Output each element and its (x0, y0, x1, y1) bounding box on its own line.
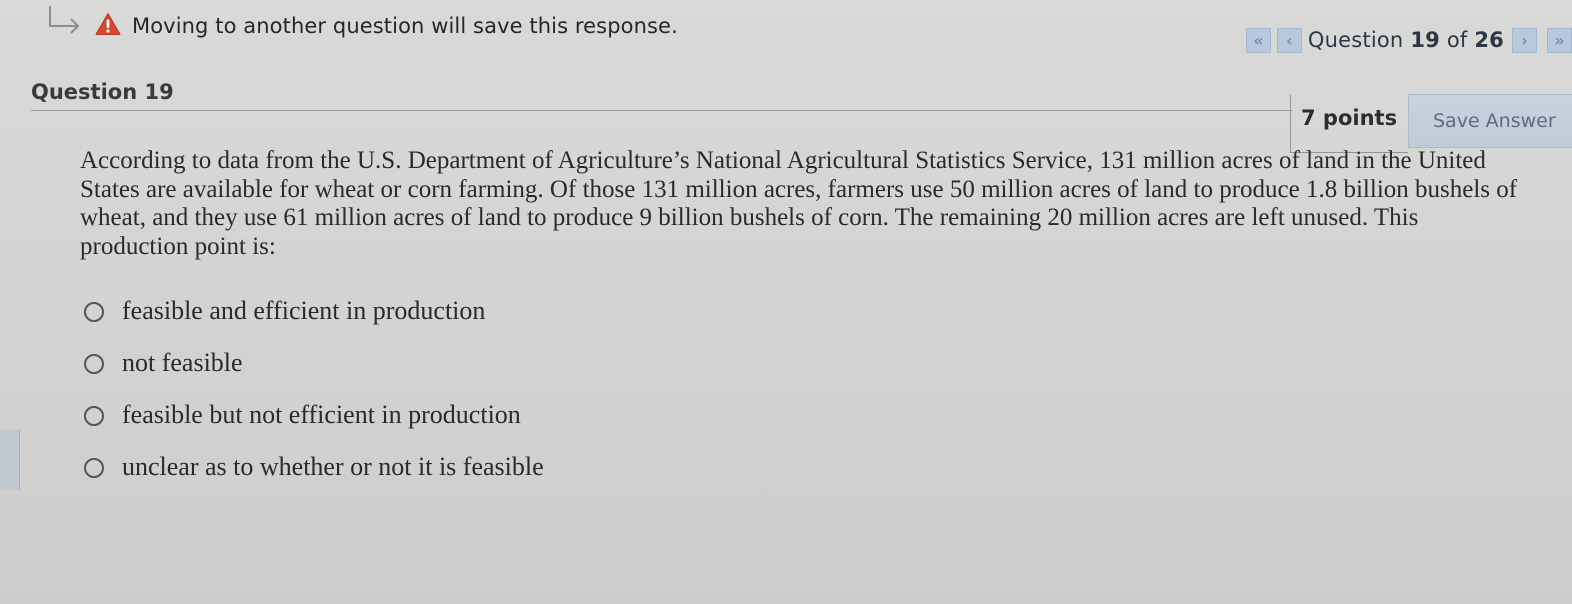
total-question-count: 26 (1474, 28, 1504, 52)
answer-choice-label[interactable]: feasible and efficient in production (122, 296, 485, 326)
answer-choice[interactable]: feasible but not efficient in production (84, 400, 544, 452)
radio-button[interactable] (84, 458, 104, 478)
save-answer-button[interactable]: Save Answer (1408, 94, 1572, 148)
answer-choice[interactable]: not feasible (84, 348, 544, 400)
answer-choice[interactable]: unclear as to whether or not it is feasi… (84, 452, 544, 504)
previous-question-button[interactable]: ‹ (1276, 27, 1302, 53)
radio-button[interactable] (84, 302, 104, 322)
double-chevron-left-icon: « (1253, 30, 1264, 50)
points-value: 7 points (1301, 106, 1398, 130)
chevron-right-icon: › (1521, 30, 1528, 50)
save-warning-text: Moving to another question will save thi… (132, 14, 678, 38)
question-counter-of: of (1446, 28, 1468, 52)
radio-button[interactable] (84, 354, 104, 374)
enter-arrow-icon (49, 6, 80, 34)
question-counter: Question 19 of 26 (1308, 28, 1504, 52)
chevron-left-icon: ‹ (1286, 30, 1293, 50)
current-question-number: 19 (1410, 28, 1440, 52)
header-divider (31, 110, 1293, 111)
answer-choice-label[interactable]: not feasible (122, 348, 243, 378)
answer-choices: feasible and efficient in production not… (84, 296, 544, 504)
answer-choice-label[interactable]: feasible but not efficient in production (122, 400, 521, 430)
last-question-button[interactable]: » (1547, 27, 1572, 53)
question-counter-prefix: Question (1307, 28, 1404, 52)
question-title: Question 19 (31, 80, 174, 104)
double-chevron-right-icon: » (1554, 30, 1565, 50)
answer-choice-label[interactable]: unclear as to whether or not it is feasi… (122, 452, 544, 482)
question-prompt: According to data from the U.S. Departme… (80, 147, 1518, 260)
next-question-button[interactable]: › (1512, 27, 1537, 53)
question-navigation: « ‹ Question 19 of 26 › » (1245, 26, 1572, 54)
first-question-button[interactable]: « (1245, 27, 1271, 53)
warning-triangle-icon (95, 13, 121, 35)
points-box: 7 points (1290, 95, 1408, 153)
radio-button[interactable] (84, 406, 104, 426)
answer-choice[interactable]: feasible and efficient in production (84, 296, 544, 348)
left-panel-edge (0, 430, 20, 490)
